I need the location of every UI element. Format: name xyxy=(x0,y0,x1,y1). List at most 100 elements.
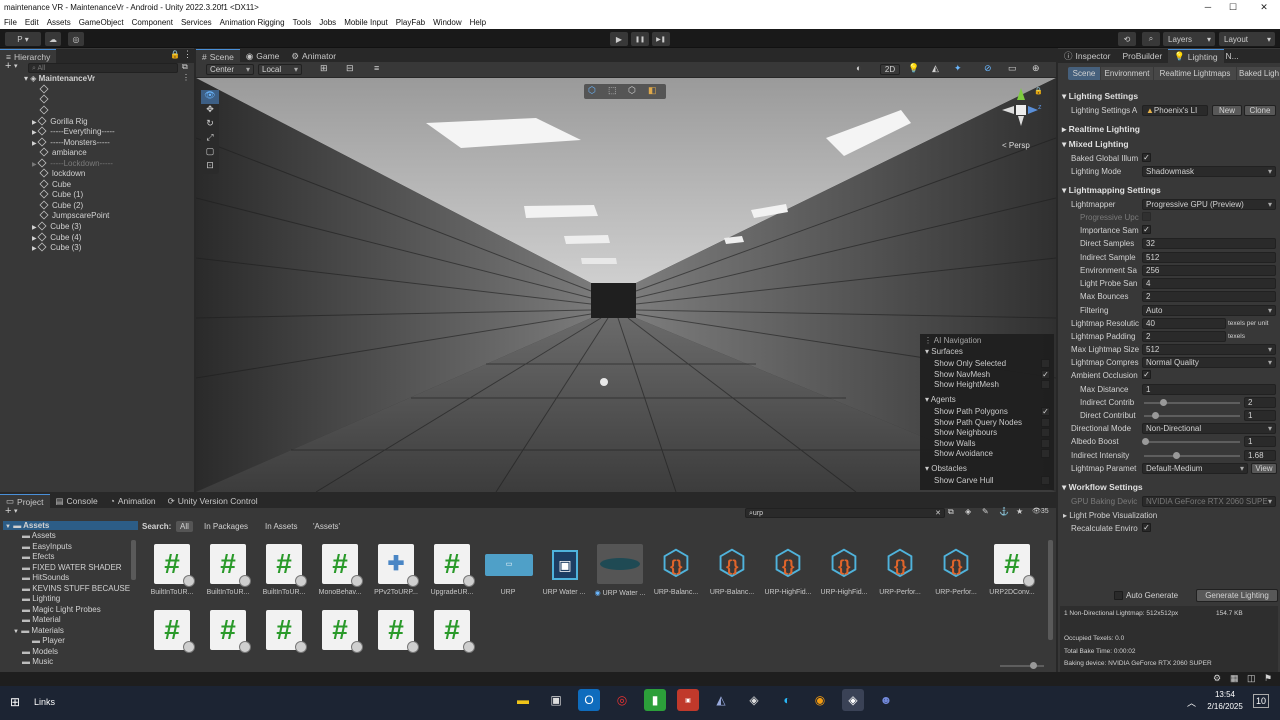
asset-item[interactable]: ⬡{} URP-Balanc... xyxy=(648,544,704,596)
close-button[interactable]: ✕ xyxy=(1250,0,1278,15)
slider-knob[interactable] xyxy=(1142,438,1149,445)
maximize-button[interactable]: ☐ xyxy=(1219,0,1247,15)
folder-item[interactable]: ▬ Material xyxy=(22,615,61,624)
move-tool-icon[interactable]: ✥ xyxy=(201,104,219,118)
history-icon[interactable]: ⟲ xyxy=(1118,32,1136,46)
lock-icon[interactable]: 🔒 xyxy=(1034,87,1043,95)
face-mode-icon[interactable]: ◧ xyxy=(648,85,657,96)
lightmapping-settings-header[interactable]: ▾ Lightmapping Settings xyxy=(1062,185,1161,196)
orientation-gizmo[interactable]: z 🔒 xyxy=(998,88,1046,138)
folder-item[interactable]: ▬ HitSounds xyxy=(22,573,69,582)
tab-scene[interactable]: # Scene xyxy=(196,49,240,63)
network-icon[interactable]: ▦ xyxy=(1230,673,1239,684)
folder-item[interactable]: ▬ Assets xyxy=(22,531,56,540)
view-tool-icon[interactable]: 👁 xyxy=(201,90,219,104)
filter-dependency-icon[interactable]: ⚓ xyxy=(999,507,1009,516)
indirect-contribution-input[interactable]: 2 xyxy=(1244,397,1276,408)
filtering-dropdown[interactable]: Auto xyxy=(1142,305,1276,316)
discord-icon[interactable]: ☻ xyxy=(875,689,897,711)
asset-item[interactable]: ⬡{} URP-HighFid... xyxy=(760,544,816,596)
hierarchy-search-input[interactable]: ⌕ All xyxy=(28,63,178,73)
menu-assets[interactable]: Assets xyxy=(47,18,71,27)
list-item[interactable]: ▶ Gorilla Rig xyxy=(32,116,88,126)
indirect-contribution-slider[interactable] xyxy=(1144,399,1240,406)
slider-knob[interactable] xyxy=(1030,662,1037,669)
filter-label-icon[interactable]: ◈ xyxy=(965,507,971,516)
ambient-occlusion-checkbox[interactable]: ✓ xyxy=(1142,370,1151,379)
list-item[interactable]: JumpscarePoint xyxy=(39,210,109,220)
filter-assets-folder[interactable]: 'Assets' xyxy=(313,522,340,531)
menu-tools[interactable]: Tools xyxy=(293,18,312,27)
x-axis-icon[interactable] xyxy=(1002,106,1014,114)
scene-viewport[interactable]: 👁 ✥ ↻ ⤢ ▢ ⊡ ⬡ ⬚ ⬡ ◧ z 🔒 < Persp ⋮ AI Nav… xyxy=(196,78,1056,492)
subtab-environment[interactable]: Environment xyxy=(1101,67,1153,80)
menu-edit[interactable]: Edit xyxy=(25,18,39,27)
camera-icon[interactable]: ▭ xyxy=(1008,63,1017,74)
asset-item[interactable]: # BuiltInToUR... xyxy=(200,544,256,596)
progress-icon[interactable]: ⚙ xyxy=(1213,673,1221,684)
list-item[interactable]: Cube (2) xyxy=(39,200,83,210)
filter-icon[interactable]: ⧉ xyxy=(182,62,188,72)
filter-all[interactable]: All xyxy=(176,521,193,532)
asset-scrollbar[interactable] xyxy=(1048,540,1053,640)
lighting-mode-dropdown[interactable]: Shadowmask xyxy=(1142,166,1276,177)
chevron-up-icon[interactable]: ︿ xyxy=(1187,696,1196,709)
slider-knob[interactable] xyxy=(1152,412,1159,419)
progressive-updates-checkbox[interactable] xyxy=(1142,212,1151,221)
lighting-toggle-icon[interactable]: 💡 xyxy=(908,63,919,74)
unity-editor-icon[interactable]: ◈ xyxy=(842,689,864,711)
chevron-down-icon[interactable]: ▾ xyxy=(14,507,18,515)
asset-item[interactable]: # BuiltInToUR... xyxy=(256,544,312,596)
minimize-button[interactable]: ─ xyxy=(1194,0,1222,15)
filter-log-icon[interactable]: ✎ xyxy=(982,507,989,516)
folder-item[interactable]: ▬ Magic Light Probes xyxy=(22,605,101,614)
menu-animation-rigging[interactable]: Animation Rigging xyxy=(220,18,285,27)
show-path-query-nodes-checkbox[interactable] xyxy=(1041,418,1050,427)
project-search-input[interactable]: ⌕urp ✕ xyxy=(745,508,945,518)
more-icon[interactable]: ⋮ xyxy=(182,73,190,82)
collab-icon[interactable]: ◎ xyxy=(68,32,84,46)
lightmap-compression-dropdown[interactable]: Normal Quality xyxy=(1142,357,1276,368)
slider-knob[interactable] xyxy=(1160,399,1167,406)
edge-mode-icon[interactable]: ⬡ xyxy=(628,85,636,96)
rect-tool-icon[interactable]: ▢ xyxy=(201,146,219,160)
indirect-intensity-slider[interactable] xyxy=(1144,452,1240,459)
clock-date[interactable]: 2/16/2025 xyxy=(1201,702,1249,711)
folder-item[interactable]: ▬ Efects xyxy=(22,552,54,561)
file-explorer-icon[interactable]: ▬ xyxy=(512,689,534,711)
direct-contribution-input[interactable]: 1 xyxy=(1244,410,1276,421)
indirect-intensity-input[interactable]: 1.68 xyxy=(1244,450,1276,461)
generate-lighting-button[interactable]: Generate Lighting xyxy=(1196,589,1278,602)
layers-dropdown[interactable]: Layers ▾ xyxy=(1163,32,1215,46)
surfaces-foldout[interactable]: ▾ Surfaces xyxy=(925,347,963,356)
asset-item[interactable]: # xyxy=(200,610,256,655)
list-item[interactable] xyxy=(39,84,52,94)
asset-item[interactable]: ⬡{} URP-HighFid... xyxy=(816,544,872,596)
z-axis-icon[interactable] xyxy=(1028,106,1038,114)
ruler-icon[interactable]: ≡ xyxy=(374,63,379,73)
green-app-icon[interactable]: ▮ xyxy=(644,689,666,711)
visibility-toggle-icon[interactable]: ⊘ xyxy=(984,63,992,74)
baked-gi-checkbox[interactable]: ✓ xyxy=(1142,153,1151,162)
asset-item[interactable]: # xyxy=(312,610,368,655)
recalculate-env-checkbox[interactable]: ✓ xyxy=(1142,523,1151,532)
lock-icon[interactable]: 🔒 xyxy=(170,50,180,59)
scale-tool-icon[interactable]: ⤢ xyxy=(201,132,219,146)
menu-mobile-input[interactable]: Mobile Input xyxy=(344,18,388,27)
asset-item[interactable]: # BuiltInToUR... xyxy=(144,544,200,596)
environment-samples-input[interactable]: 256 xyxy=(1142,265,1276,276)
max-bounces-input[interactable]: 2 xyxy=(1142,291,1276,302)
view-button[interactable]: View xyxy=(1251,463,1277,474)
start-label[interactable]: Links xyxy=(34,697,55,707)
edge-icon[interactable]: ◐ xyxy=(776,689,798,711)
list-item[interactable]: ▶ -----Everything----- xyxy=(32,126,115,136)
folder-scrollbar[interactable] xyxy=(131,540,136,580)
max-lightmap-size-dropdown[interactable]: 512 xyxy=(1142,344,1276,355)
importance-sampling-checkbox[interactable]: ✓ xyxy=(1142,225,1151,234)
show-navmesh-checkbox[interactable]: ✓ xyxy=(1041,370,1050,379)
indirect-samples-input[interactable]: 512 xyxy=(1142,252,1276,263)
albedo-boost-input[interactable]: 1 xyxy=(1244,436,1276,447)
list-item[interactable]: lockdown xyxy=(39,168,85,178)
albedo-boost-slider[interactable] xyxy=(1142,438,1240,445)
space-dropdown[interactable]: Local xyxy=(258,64,302,75)
